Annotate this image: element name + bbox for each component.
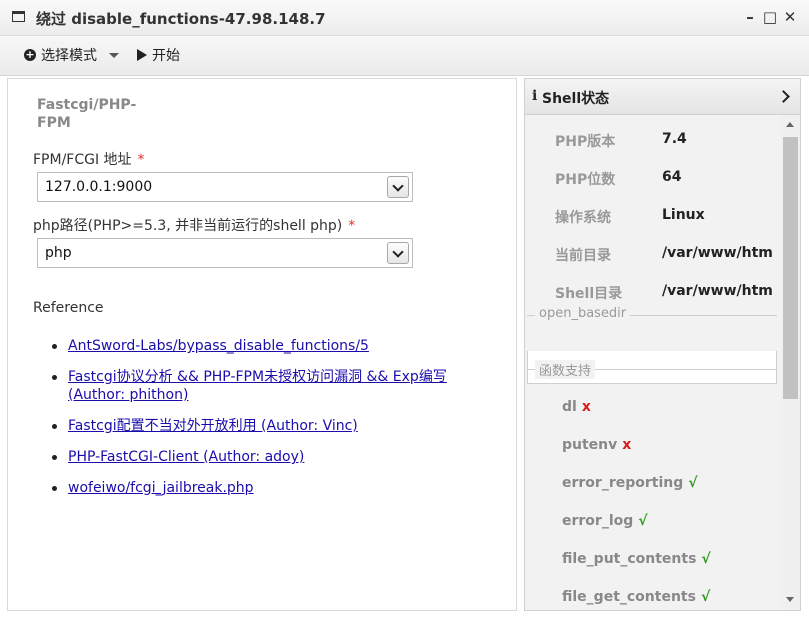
required-mark: * [348, 218, 356, 234]
window-title: 绕过 disable_functions-47.98.148.7 [36, 10, 326, 28]
select-mode-button[interactable]: + 选择模式 [24, 45, 119, 65]
fpm-dropdown-button[interactable] [387, 176, 409, 198]
stat-row: 操作系统 Linux [525, 207, 781, 231]
open-basedir-fieldset: open_basedir [527, 306, 777, 321]
reference-link[interactable]: Fastcgi配置不当对外开放利用 (Author: Vinc) [68, 418, 358, 434]
list-item: PHP-FastCGI-Client (Author: adoy) [52, 448, 488, 466]
maximize-button[interactable]: □ [762, 8, 778, 26]
php-dropdown-button[interactable] [387, 242, 409, 264]
start-button[interactable]: 开始 [137, 45, 180, 65]
play-icon [137, 49, 147, 61]
select-mode-label: 选择模式 [41, 48, 97, 64]
shell-status-title: Shell状态 [542, 91, 610, 107]
stat-row: Shell目录 /var/www/htm [525, 283, 781, 307]
stat-key: PHP位数 [555, 172, 616, 188]
function-item: error_log √ [562, 513, 648, 529]
window-icon [12, 11, 25, 22]
scrollbar-thumb[interactable] [783, 137, 798, 399]
reference-link[interactable]: PHP-FastCGI-Client (Author: adoy) [68, 449, 304, 465]
close-button[interactable]: ✕ [782, 8, 798, 26]
reference-link[interactable]: AntSword-Labs/bypass_disable_functions/5 [68, 338, 369, 354]
check-icon: √ [688, 475, 698, 491]
fail-icon: x [622, 437, 632, 453]
fail-icon: x [581, 399, 591, 415]
stat-value: Linux [662, 207, 705, 223]
shell-status-header[interactable]: i Shell状态 [525, 79, 800, 115]
window-titlebar: 绕过 disable_functions-47.98.148.7 – □ ✕ [0, 0, 809, 36]
reference-link[interactable]: Fastcgi协议分析 && PHP-FPM未授权访问漏洞 && Exp编写(A… [68, 369, 447, 403]
check-icon: √ [638, 513, 648, 529]
list-item: AntSword-Labs/bypass_disable_functions/5 [52, 337, 488, 355]
start-label: 开始 [152, 48, 180, 64]
list-item: wofeiwo/fcgi_jailbreak.php [52, 479, 488, 497]
info-icon: i [532, 88, 538, 104]
stat-key: 当前目录 [555, 248, 611, 264]
stat-key: PHP版本 [555, 134, 616, 150]
php-path-value[interactable]: php [45, 245, 72, 261]
check-icon: √ [700, 589, 711, 605]
stat-key: Shell目录 [555, 286, 623, 302]
section-title: Fastcgi/PHP-FPM [37, 97, 137, 131]
shell-status-panel: i Shell状态 PHP版本 7.4 PHP位数 64 操作系统 Linux … [524, 78, 801, 611]
stat-key: 操作系统 [555, 210, 611, 226]
function-support-fieldset: 函数支持 [527, 360, 777, 379]
function-item: file_put_contents √ [562, 551, 711, 567]
check-icon: √ [701, 551, 711, 567]
list-item: Fastcgi协议分析 && PHP-FPM未授权访问漏洞 && Exp编写(A… [52, 368, 488, 404]
stat-value: /var/www/htm [662, 245, 773, 261]
function-support-legend: 函数支持 [535, 360, 596, 379]
function-item: file_get_contents √ [562, 589, 711, 605]
php-path-label: php路径(PHP>=5.3, 并非当前运行的shell php) * [33, 218, 356, 234]
php-path-combobox[interactable]: php [37, 238, 413, 268]
scroll-down-arrow-icon[interactable] [786, 597, 794, 602]
stat-row: 当前目录 /var/www/htm [525, 245, 781, 269]
reference-list: AntSword-Labs/bypass_disable_functions/5… [52, 337, 488, 510]
fpm-address-value[interactable]: 127.0.0.1:9000 [45, 179, 152, 195]
caret-down-icon [109, 52, 119, 58]
minimize-button[interactable]: – [742, 8, 758, 26]
vertical-scrollbar[interactable] [781, 115, 800, 610]
config-panel: Fastcgi/PHP-FPM FPM/FCGI 地址 * 127.0.0.1:9… [7, 78, 517, 611]
fpm-address-label: FPM/FCGI 地址 * [33, 152, 145, 168]
stat-row: PHP位数 64 [525, 169, 781, 193]
required-mark: * [137, 152, 145, 168]
stat-value: 64 [662, 169, 682, 185]
reference-title: Reference [33, 300, 104, 316]
shell-status-body: PHP版本 7.4 PHP位数 64 操作系统 Linux 当前目录 /var/… [525, 115, 781, 610]
function-item: putenv x [562, 437, 632, 453]
open-basedir-legend: open_basedir [535, 306, 631, 321]
chevron-right-icon[interactable] [777, 90, 790, 103]
stat-value: /var/www/htm [662, 283, 773, 299]
reference-link[interactable]: wofeiwo/fcgi_jailbreak.php [68, 480, 254, 496]
function-item: error_reporting √ [562, 475, 698, 491]
list-item: Fastcgi配置不当对外开放利用 (Author: Vinc) [52, 417, 488, 435]
scroll-up-arrow-icon[interactable] [786, 122, 794, 127]
stat-value: 7.4 [662, 131, 687, 147]
toolbar: + 选择模式 开始 [0, 36, 809, 76]
plus-circle-icon: + [24, 48, 36, 61]
fpm-address-combobox[interactable]: 127.0.0.1:9000 [37, 172, 413, 202]
stat-row: PHP版本 7.4 [525, 131, 781, 155]
function-item: dl x [562, 399, 591, 415]
